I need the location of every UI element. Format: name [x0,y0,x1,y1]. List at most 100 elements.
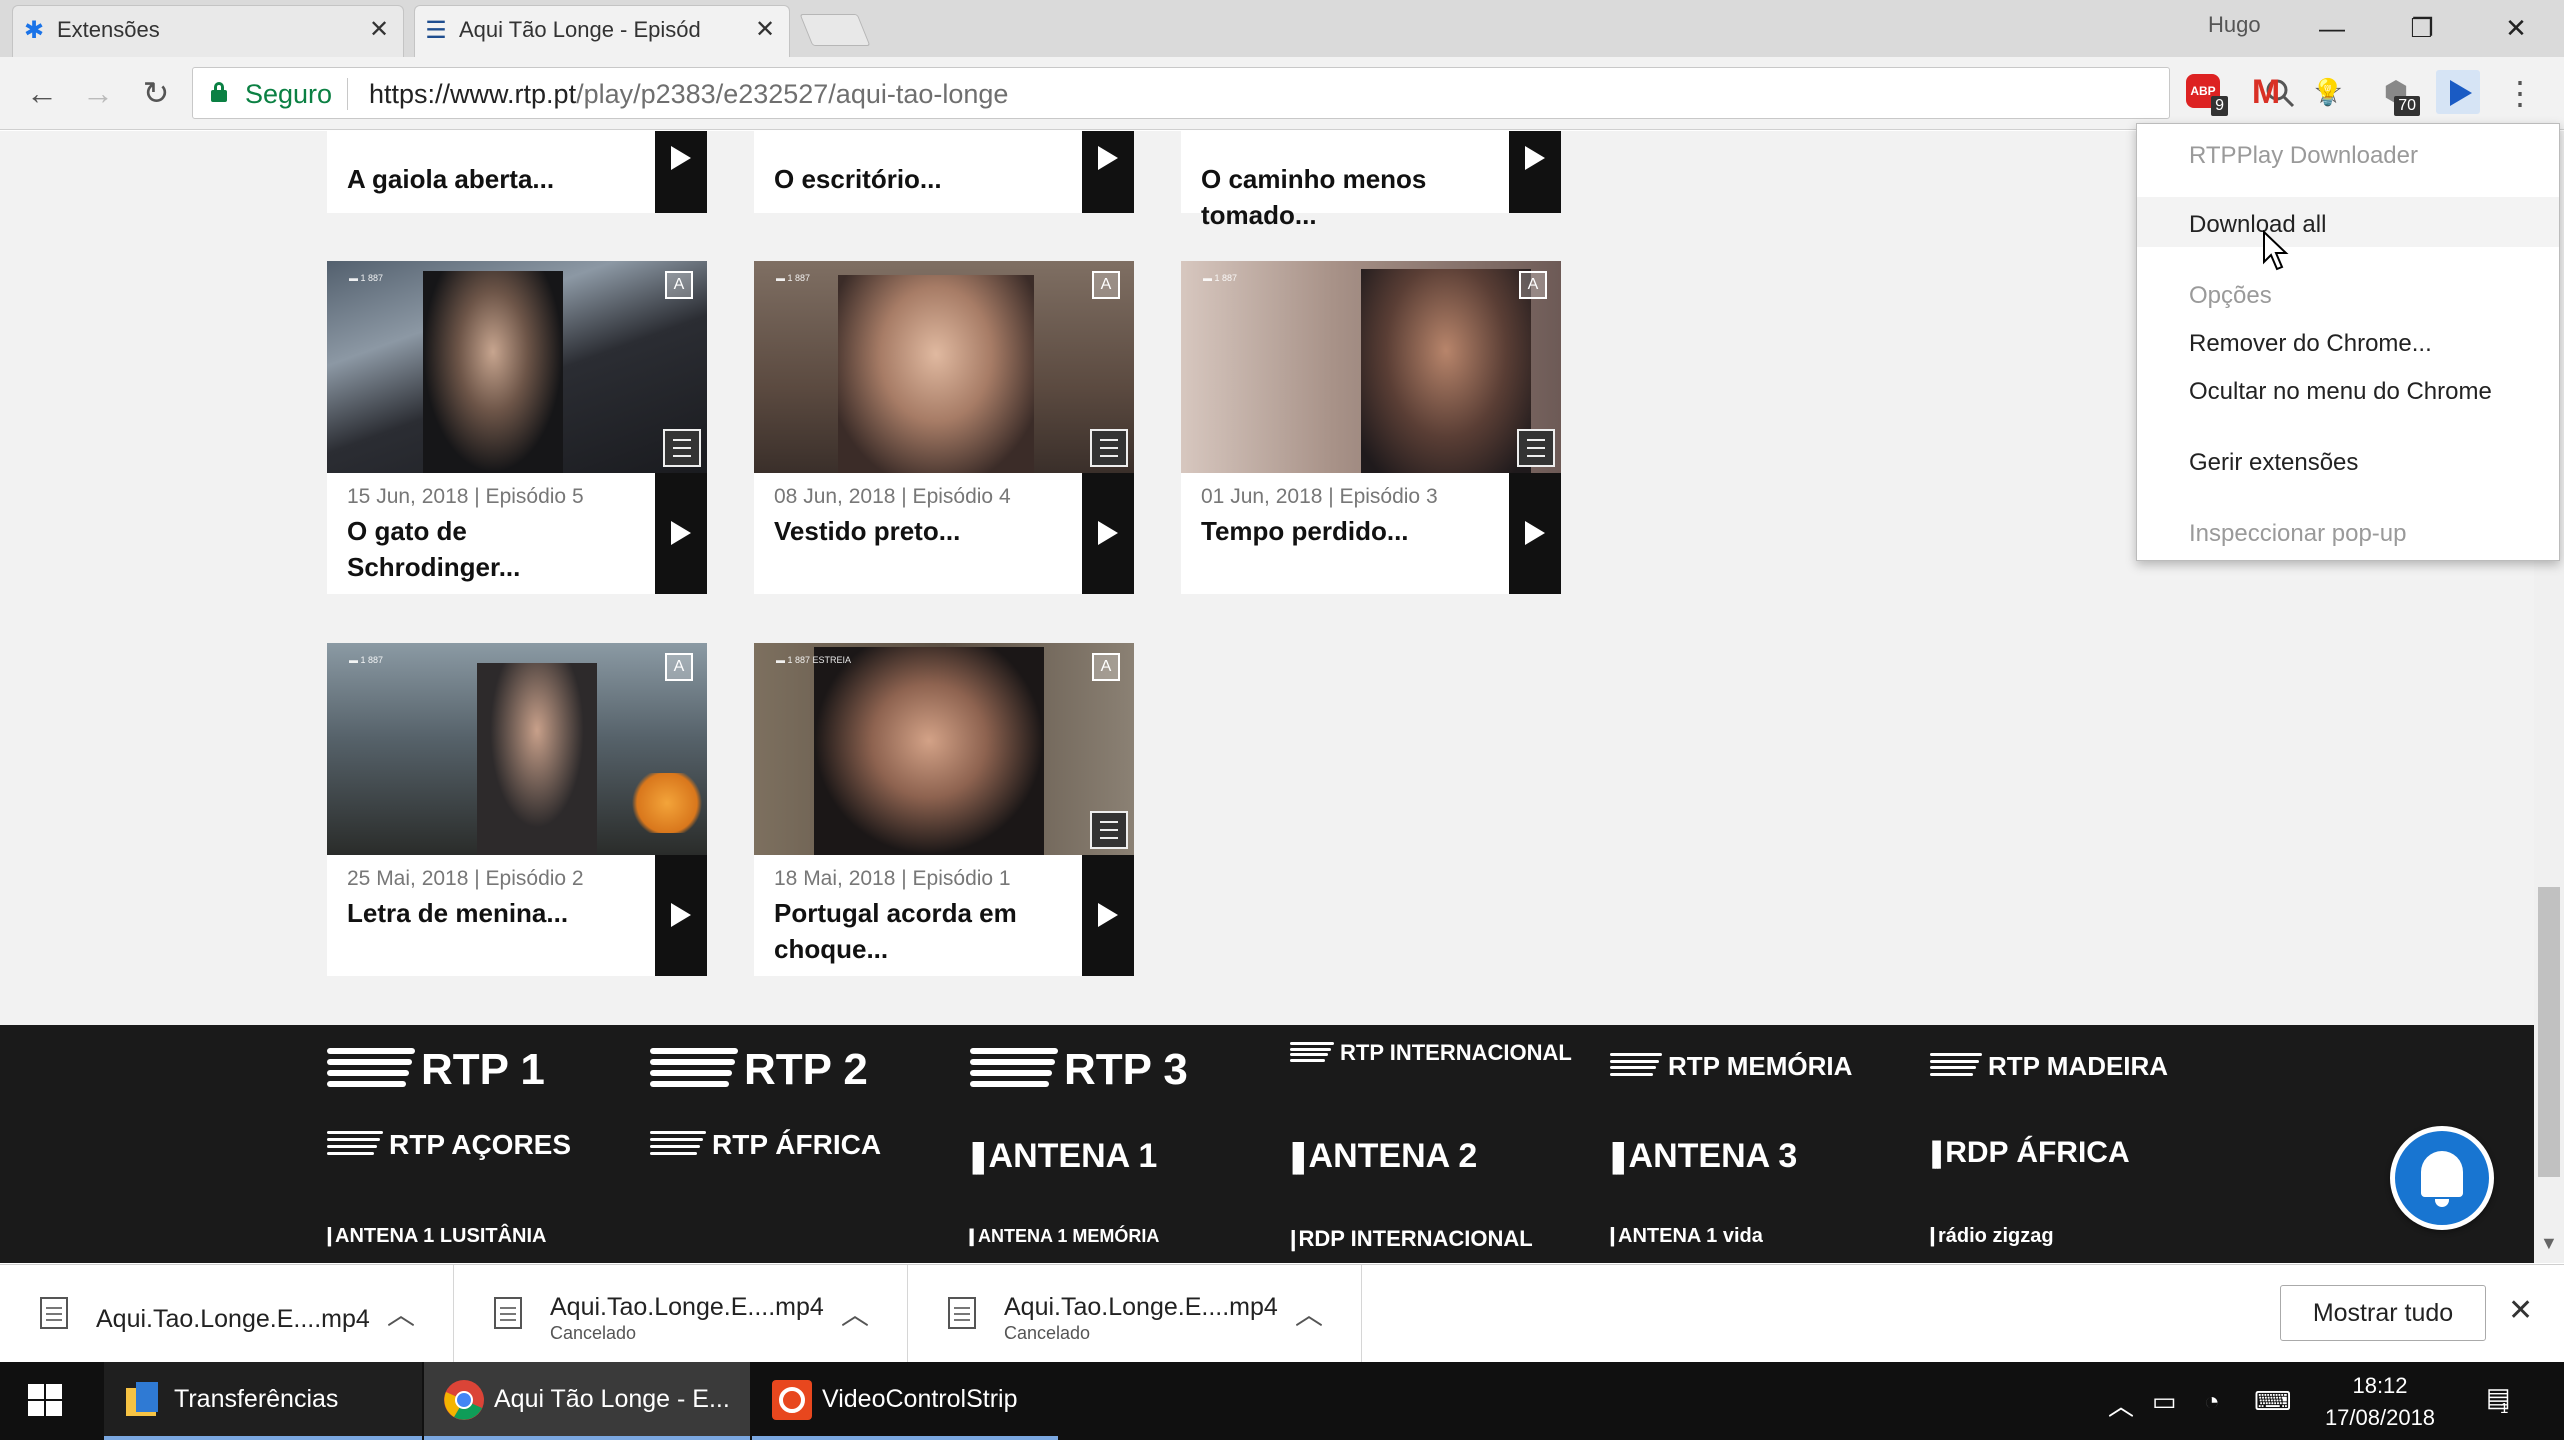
episode-title[interactable]: A gaiola aberta... [347,161,647,197]
scrollbar-thumb[interactable] [2538,887,2560,1177]
close-shelf-icon[interactable]: ✕ [2508,1293,2533,1328]
antena1-vida-logo[interactable]: |||ANTENA 1 vida [1610,1225,1763,1248]
taskbar-active-indicator [752,1436,1058,1440]
play-button[interactable] [1509,131,1561,213]
episode-thumbnail[interactable]: ▬ 1 887 A [327,643,707,855]
notification-bell-button[interactable] [2390,1126,2494,1230]
antena1-logo[interactable]: ||| ANTENA 1 [970,1135,1157,1176]
menu-item-remove[interactable]: Remover do Chrome... [2189,330,2432,358]
chevron-up-icon[interactable]: ︿ [1295,1293,1323,1333]
rdp-africa-logo[interactable]: ||| RDP ÁFRICA [1930,1135,2130,1170]
chevron-up-icon[interactable]: ︿ [841,1293,869,1333]
episode-title[interactable]: Vestido preto... [774,513,1074,549]
episode-card[interactable]: ▬ 1 887 A 01 Jun, 2018 | Episódio 3 Temp… [1181,261,1561,594]
video-file-icon [494,1297,522,1329]
download-item[interactable]: Aqui.Tao.Longe.E....mp4 Cancelado ︿ [908,1265,1362,1363]
episode-card[interactable]: ▬ 1 887 A 15 Jun, 2018 | Episódio 5 O ga… [327,261,707,594]
play-button[interactable] [1082,855,1134,976]
close-tab-icon[interactable]: ✕ [753,18,777,42]
menu-item-inspect-popup[interactable]: Inspeccionar pop-up [2189,520,2406,548]
episode-card[interactable]: O caminho menos tomado... [1181,131,1561,230]
episode-title[interactable]: Letra de menina... [347,895,647,931]
taskbar-item-chrome[interactable]: Aqui Tão Longe - E... [424,1362,750,1440]
chrome-menu-icon[interactable]: ⋮ [2504,73,2536,117]
episode-thumbnail[interactable]: ▬ 1 887 ESTREIA A [754,643,1134,855]
episode-meta: 08 Jun, 2018 | Episódio 4 [774,485,1011,508]
episode-card[interactable]: ▬ 1 887 A 25 Mai, 2018 | Episódio 2 Letr… [327,643,707,976]
window-close-button[interactable]: ✕ [2494,8,2538,48]
play-button[interactable] [1082,473,1134,594]
antena1-memoria-logo[interactable]: |||ANTENA 1 MEMÓRIA [970,1225,1159,1247]
reload-icon[interactable]: ↻ [134,71,178,115]
chevron-up-icon[interactable]: ︿ [387,1293,415,1333]
taskbar-item-explorer[interactable]: Transferências [104,1362,422,1440]
antena2-logo[interactable]: ||| ANTENA 2 [1290,1135,1477,1176]
close-tab-icon[interactable]: ✕ [367,18,391,42]
back-arrow-icon[interactable]: ← [20,71,64,115]
rtp2-logo[interactable]: RTP 2 [650,1043,868,1095]
url-text[interactable]: https://www.rtp.pt/play/p2383/e232527/aq… [369,79,1008,110]
play-button[interactable] [655,473,707,594]
rtp-stripes-icon [1290,1042,1334,1064]
episode-title[interactable]: O escritório... [774,161,1074,197]
show-hidden-icons-chevron-icon[interactable]: ︿ [2108,1386,2134,1423]
omnibox-separator [347,78,348,110]
episode-title[interactable]: O caminho menos tomado... [1201,161,1501,233]
play-button[interactable] [655,855,707,976]
show-all-downloads-button[interactable]: Mostrar tudo [2280,1285,2486,1341]
scroll-down-arrow-icon[interactable]: ▼ [2540,1233,2558,1254]
action-center-icon[interactable]: ▤ 1 [2486,1382,2511,1417]
episode-card[interactable]: O escritório... [754,131,1134,213]
episode-thumbnail[interactable]: ▬ 1 887 A [327,261,707,473]
download-item[interactable]: Aqui.Tao.Longe.E....mp4 Cancelado ︿ [454,1265,908,1363]
rtp-internacional-logo[interactable]: RTP INTERNACIONAL [1290,1039,1572,1066]
restore-button[interactable]: ❐ [2400,8,2444,48]
keep-icon[interactable]: 💡 [2306,70,2350,114]
download-item[interactable]: Aqui.Tao.Longe.E....mp4 ︿ [0,1265,454,1363]
rtp-africa-logo[interactable]: RTP ÁFRICA [650,1127,881,1161]
play-button[interactable] [1509,473,1561,594]
new-tab-button[interactable] [799,14,871,46]
menu-item-options[interactable]: Opções [2189,282,2272,310]
play-button[interactable] [655,131,707,213]
rtp3-logo[interactable]: RTP 3 [970,1043,1188,1095]
rtp1-logo[interactable]: RTP 1 [327,1043,545,1095]
play-button[interactable] [1082,131,1134,213]
rdp-internacional-logo[interactable]: ||| RDP INTERNACIONAL [1290,1225,1533,1252]
episode-title[interactable]: Portugal acorda em choque... [774,895,1074,967]
episode-card[interactable]: ▬ 1 887 ESTREIA A 18 Mai, 2018 | Episódi… [754,643,1134,976]
episode-title[interactable]: Tempo perdido... [1201,513,1501,549]
logo-text: ANTENA 1 LUSITÂNIA [335,1225,547,1248]
antena3-logo[interactable]: ||| ANTENA 3 [1610,1135,1797,1176]
power-battery-icon[interactable]: ▭ [2152,1386,2177,1417]
rtp-madeira-logo[interactable]: RTP MADEIRA [1930,1049,2168,1082]
menu-item-download-all[interactable]: Download all [2189,211,2326,239]
address-bar[interactable]: Seguro https://www.rtp.pt/play/p2383/e23… [192,67,2343,119]
adblock-icon[interactable]: ABP 9 [2182,70,2228,116]
logo-text: RTP 1 [421,1045,545,1095]
episode-title[interactable]: O gato de Schrodinger... [347,513,647,585]
episode-card[interactable]: ▬ 1 887 A 08 Jun, 2018 | Episódio 4 Vest… [754,261,1134,594]
taskbar-clock[interactable]: 18:12 17/08/2018 [2312,1370,2448,1434]
episode-card[interactable]: A gaiola aberta... [327,131,707,213]
episode-thumbnail[interactable]: ▬ 1 887 A [754,261,1134,473]
gmail-icon[interactable]: M [2244,70,2288,114]
rtp-acores-logo[interactable]: RTP AÇORES [327,1127,571,1161]
tab-rtp-episode[interactable]: ☰ Aqui Tão Longe - Episód ✕ [414,5,790,57]
shield-ext-icon[interactable]: ⬢ 70 [2374,70,2420,116]
tab-extensions[interactable]: ✱ Extensões ✕ [12,5,404,57]
rtp-memoria-logo[interactable]: RTP MEMÓRIA [1610,1049,1852,1082]
keyboard-icon[interactable]: ⌨ [2254,1386,2292,1417]
minimize-button[interactable]: — [2310,8,2354,48]
menu-item-hide[interactable]: Ocultar no menu do Chrome [2189,378,2492,406]
rtpplay-downloader-icon[interactable] [2436,70,2480,114]
windows-start-icon[interactable] [28,1384,64,1418]
taskbar-item-videocontrolstrip[interactable]: VideoControlStrip [752,1362,1058,1440]
forward-arrow-icon[interactable]: → [76,71,120,115]
profile-name[interactable]: Hugo [2208,12,2261,38]
antena1-lusitania-logo[interactable]: |||ANTENA 1 LUSITÂNIA [327,1225,546,1248]
wifi-icon[interactable]: ◔ [2204,1386,2220,1417]
menu-item-manage-extensions[interactable]: Gerir extensões [2189,449,2358,477]
episode-thumbnail[interactable]: ▬ 1 887 A [1181,261,1561,473]
radio-zigzag-logo[interactable]: |||rádio zigzag [1930,1225,2054,1248]
